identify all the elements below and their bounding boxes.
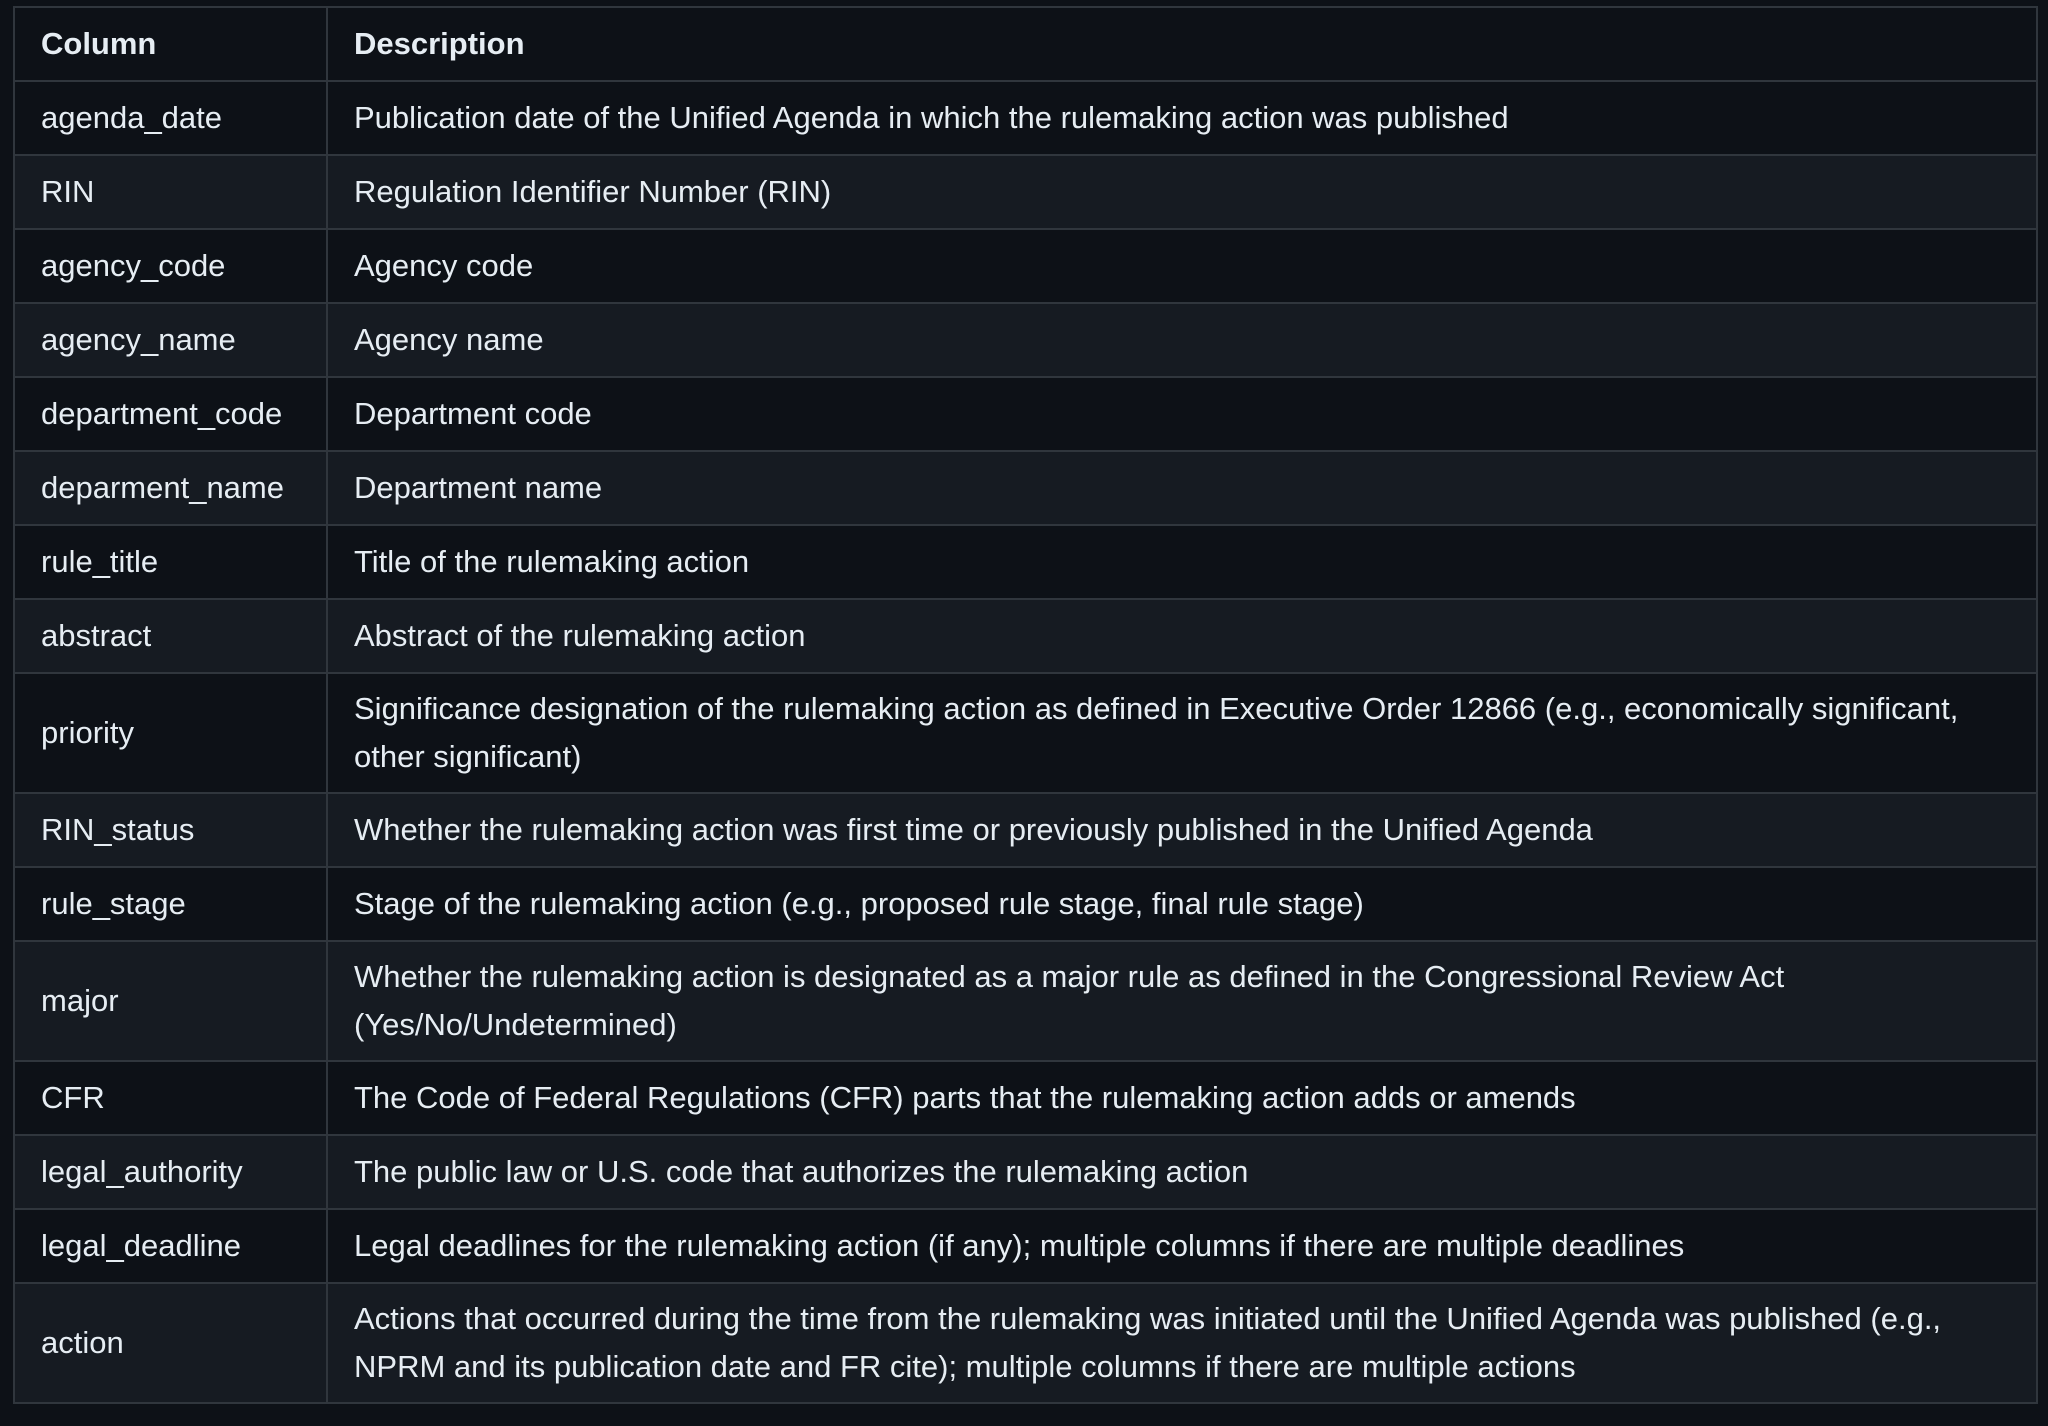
table-row: legal_deadline Legal deadlines for the r… [13,1208,2038,1284]
cell-column: legal_authority [13,1134,328,1210]
cell-description: Abstract of the rulemaking action [326,598,2038,674]
table-header-row: Column Description [13,6,2038,82]
table-row: priority Significance designation of the… [13,672,2038,794]
header-description: Description [326,6,2038,82]
cell-column: abstract [13,598,328,674]
cell-description: Agency code [326,228,2038,304]
cell-column: department_code [13,376,328,452]
cell-description: Department code [326,376,2038,452]
table-row: rule_stage Stage of the rulemaking actio… [13,866,2038,942]
cell-description: The Code of Federal Regulations (CFR) pa… [326,1060,2038,1136]
cell-column: rule_stage [13,866,328,942]
cell-description: Whether the rulemaking action was first … [326,792,2038,868]
table-row: RIN Regulation Identifier Number (RIN) [13,154,2038,230]
table-row: department_code Department code [13,376,2038,452]
table-row: major Whether the rulemaking action is d… [13,940,2038,1062]
table-container: Column Description agenda_date Publicati… [13,6,2038,1404]
table-row: deparment_name Department name [13,450,2038,526]
column-description-table: Column Description agenda_date Publicati… [13,6,2038,1404]
cell-column: RIN_status [13,792,328,868]
cell-description: Regulation Identifier Number (RIN) [326,154,2038,230]
cell-column: action [13,1282,328,1404]
table-row: agency_code Agency code [13,228,2038,304]
cell-column: agency_name [13,302,328,378]
cell-column: RIN [13,154,328,230]
cell-description: Agency name [326,302,2038,378]
cell-description: Legal deadlines for the rulemaking actio… [326,1208,2038,1284]
cell-description: Stage of the rulemaking action (e.g., pr… [326,866,2038,942]
cell-column: major [13,940,328,1062]
cell-description: The public law or U.S. code that authori… [326,1134,2038,1210]
table-row: agenda_date Publication date of the Unif… [13,80,2038,156]
cell-description: Title of the rulemaking action [326,524,2038,600]
table-row: action Actions that occurred during the … [13,1282,2038,1404]
cell-column: agency_code [13,228,328,304]
header-column: Column [13,6,328,82]
cell-column: rule_title [13,524,328,600]
cell-description: Department name [326,450,2038,526]
cell-column: CFR [13,1060,328,1136]
table-row: agency_name Agency name [13,302,2038,378]
cell-column: legal_deadline [13,1208,328,1284]
cell-description: Significance designation of the rulemaki… [326,672,2038,794]
table-row: CFR The Code of Federal Regulations (CFR… [13,1060,2038,1136]
cell-description: Actions that occurred during the time fr… [326,1282,2038,1404]
table-row: rule_title Title of the rulemaking actio… [13,524,2038,600]
table-row: RIN_status Whether the rulemaking action… [13,792,2038,868]
cell-column: agenda_date [13,80,328,156]
table-row: abstract Abstract of the rulemaking acti… [13,598,2038,674]
cell-column: priority [13,672,328,794]
cell-column: deparment_name [13,450,328,526]
cell-description: Publication date of the Unified Agenda i… [326,80,2038,156]
cell-description: Whether the rulemaking action is designa… [326,940,2038,1062]
table-row: legal_authority The public law or U.S. c… [13,1134,2038,1210]
